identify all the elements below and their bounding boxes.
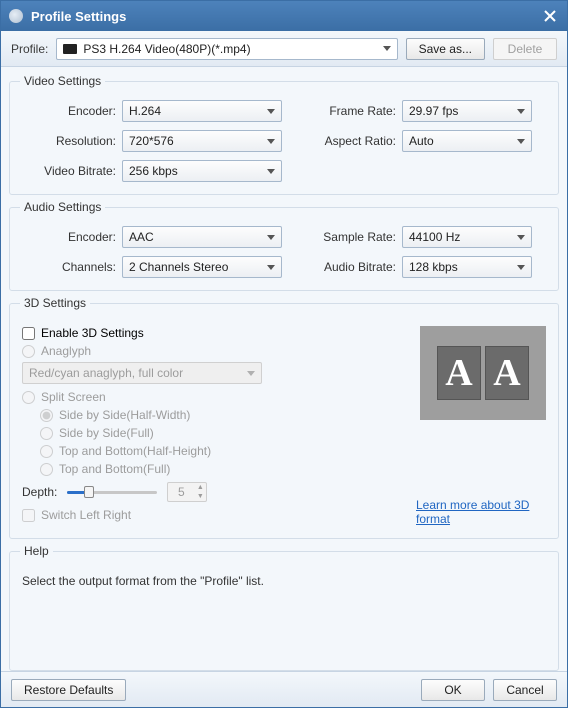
chevron-down-icon [267, 265, 275, 270]
delete-button: Delete [493, 38, 557, 60]
chevron-down-icon [267, 139, 275, 144]
resolution-label: Resolution: [22, 134, 122, 148]
audio-legend: Audio Settings [20, 200, 105, 214]
app-icon [9, 9, 23, 23]
chevron-down-icon [267, 235, 275, 240]
depth-label: Depth: [22, 485, 57, 499]
preview-letter-left: A [437, 346, 481, 400]
restore-defaults-button[interactable]: Restore Defaults [11, 679, 126, 701]
profile-row: Profile: PS3 H.264 Video(480P)(*.mp4) Sa… [1, 31, 567, 67]
ok-button[interactable]: OK [421, 679, 485, 701]
save-as-button[interactable]: Save as... [406, 38, 485, 60]
split-screen-label: Split Screen [41, 390, 106, 404]
tb-full-radio [40, 463, 53, 476]
tb-full-label: Top and Bottom(Full) [59, 462, 170, 476]
profile-format-icon [63, 44, 77, 54]
sbs-full-label: Side by Side(Full) [59, 426, 154, 440]
depth-slider [67, 484, 157, 500]
content-body: Video Settings Encoder: H.264 Frame Rate… [1, 67, 567, 671]
cancel-button[interactable]: Cancel [493, 679, 557, 701]
switch-lr-label: Switch Left Right [41, 508, 131, 522]
video-legend: Video Settings [20, 74, 105, 88]
three-d-preview: A A [420, 326, 546, 420]
split-screen-radio [22, 391, 35, 404]
profile-label: Profile: [11, 42, 48, 56]
audio-encoder-label: Encoder: [22, 230, 122, 244]
help-legend: Help [20, 544, 53, 558]
profile-dropdown[interactable]: PS3 H.264 Video(480P)(*.mp4) [56, 38, 397, 60]
frame-rate-label: Frame Rate: [312, 104, 402, 118]
chevron-down-icon [383, 46, 391, 51]
close-icon [544, 10, 556, 22]
video-bitrate-dropdown[interactable]: 256 kbps [122, 160, 282, 182]
sample-rate-dropdown[interactable]: 44100 Hz [402, 226, 532, 248]
resolution-dropdown[interactable]: 720*576 [122, 130, 282, 152]
anaglyph-radio [22, 345, 35, 358]
profile-settings-window: Profile Settings Profile: PS3 H.264 Vide… [0, 0, 568, 708]
aspect-label: Aspect Ratio: [312, 134, 402, 148]
chevron-down-icon [517, 109, 525, 114]
aspect-dropdown[interactable]: Auto [402, 130, 532, 152]
three-d-settings-group: 3D Settings Enable 3D Settings Anaglyph … [9, 303, 559, 539]
frame-rate-dropdown[interactable]: 29.97 fps [402, 100, 532, 122]
sbs-half-radio [40, 409, 53, 422]
chevron-down-icon [267, 169, 275, 174]
sample-rate-label: Sample Rate: [312, 230, 402, 244]
audio-bitrate-dropdown[interactable]: 128 kbps [402, 256, 532, 278]
chevron-down-icon [517, 265, 525, 270]
channels-dropdown[interactable]: 2 Channels Stereo [122, 256, 282, 278]
anaglyph-mode-dropdown: Red/cyan anaglyph, full color [22, 362, 262, 384]
audio-encoder-dropdown[interactable]: AAC [122, 226, 282, 248]
tb-half-radio [40, 445, 53, 458]
help-text: Select the output format from the "Profi… [22, 574, 546, 588]
enable-3d-label: Enable 3D Settings [41, 326, 144, 340]
depth-spinner: 5 ▲▼ [167, 482, 207, 502]
channels-label: Channels: [22, 260, 122, 274]
audio-settings-group: Audio Settings Encoder: AAC Sample Rate:… [9, 207, 559, 291]
chevron-down-icon [517, 235, 525, 240]
sbs-half-label: Side by Side(Half-Width) [59, 408, 190, 422]
window-title: Profile Settings [31, 9, 541, 24]
chevron-down-icon: ▼ [194, 492, 206, 501]
video-settings-group: Video Settings Encoder: H.264 Frame Rate… [9, 81, 559, 195]
video-encoder-label: Encoder: [22, 104, 122, 118]
help-group: Help Select the output format from the "… [9, 551, 559, 671]
preview-letter-right: A [485, 346, 529, 400]
close-button[interactable] [541, 7, 559, 25]
anaglyph-label: Anaglyph [41, 344, 91, 358]
chevron-down-icon [267, 109, 275, 114]
chevron-down-icon [247, 371, 255, 376]
switch-lr-checkbox [22, 509, 35, 522]
profile-value: PS3 H.264 Video(480P)(*.mp4) [83, 42, 382, 56]
learn-more-link[interactable]: Learn more about 3D format [416, 498, 546, 526]
tb-half-label: Top and Bottom(Half-Height) [59, 444, 211, 458]
chevron-up-icon: ▲ [194, 483, 206, 492]
three-d-legend: 3D Settings [20, 296, 90, 310]
chevron-down-icon [517, 139, 525, 144]
enable-3d-checkbox[interactable] [22, 327, 35, 340]
sbs-full-radio [40, 427, 53, 440]
video-encoder-dropdown[interactable]: H.264 [122, 100, 282, 122]
titlebar: Profile Settings [1, 1, 567, 31]
audio-bitrate-label: Audio Bitrate: [312, 260, 402, 274]
video-bitrate-label: Video Bitrate: [22, 164, 122, 178]
footer: Restore Defaults OK Cancel [1, 671, 567, 707]
